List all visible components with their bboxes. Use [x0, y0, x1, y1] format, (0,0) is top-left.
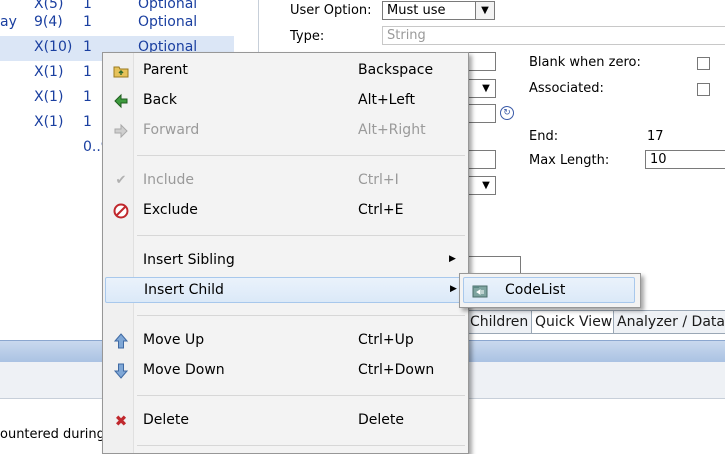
no-entry-icon	[113, 203, 129, 219]
associated-label: Associated:	[529, 81, 604, 96]
occurs-cell: 1	[83, 114, 92, 130]
max-length-field[interactable]: 10	[645, 150, 725, 169]
max-length-label: Max Length:	[529, 153, 610, 168]
format-cell: 9(4)	[34, 14, 63, 30]
menu-item-move-down[interactable]: Move Down Ctrl+Down	[105, 358, 465, 384]
menu-item-label: Back	[143, 92, 177, 108]
menu-item-include[interactable]: ✔ Include Ctrl+I	[105, 168, 465, 194]
menu-item-shortcut: Ctrl+Down	[358, 362, 435, 378]
menu-item-parent[interactable]: Parent Backspace	[105, 58, 465, 84]
chevron-down-icon: ▼	[477, 177, 495, 194]
menu-item-label: Move Down	[143, 362, 225, 378]
move-down-icon	[113, 363, 129, 379]
menu-item-label: CodeList	[505, 282, 566, 298]
chevron-down-icon: ▼	[475, 2, 494, 19]
tab-children[interactable]: Children	[466, 310, 532, 334]
menu-item-label: Delete	[143, 412, 189, 428]
option-cell: Optional	[138, 14, 198, 30]
menu-item-shortcut: Alt+Left	[358, 92, 416, 108]
occurs-cell: 1	[83, 64, 92, 80]
menu-item-shortcut: Alt+Right	[358, 122, 426, 138]
menu-item-label: Parent	[143, 62, 188, 78]
menu-item-label: Move Up	[143, 332, 205, 348]
menu-item-shortcut: Ctrl+I	[358, 172, 399, 188]
table-row[interactable]: ay 9(4) 1 Optional	[0, 11, 234, 36]
move-up-icon	[113, 333, 129, 349]
menu-separator	[137, 235, 465, 236]
menu-item-label: Insert Child	[144, 282, 224, 298]
menu-separator	[137, 445, 465, 446]
insert-child-submenu: CodeList	[459, 273, 641, 308]
menu-item-insert-child[interactable]: Insert Child ▶	[105, 277, 465, 303]
type-value: String	[387, 28, 426, 43]
submenu-item-codelist[interactable]: CodeList	[463, 277, 635, 303]
menu-item-label: Insert Sibling	[143, 252, 235, 268]
menu-item-insert-sibling[interactable]: Insert Sibling ▶	[105, 248, 465, 274]
user-option-value: Must use	[387, 3, 446, 18]
menu-item-label: Include	[143, 172, 194, 188]
menu-item-shortcut: Backspace	[358, 62, 434, 78]
menu-item-shortcut: Ctrl+Up	[358, 332, 414, 348]
type-field[interactable]: String	[382, 26, 725, 45]
tab-strip: Children Quick View Analyzer / Data	[466, 310, 725, 334]
submenu-arrow-icon: ▶	[450, 284, 457, 294]
occurs-cell: 1	[83, 14, 92, 30]
delete-x-icon: ✖	[114, 412, 128, 430]
menu-separator	[137, 155, 465, 156]
menu-item-label: Exclude	[143, 202, 198, 218]
submenu-arrow-icon: ▶	[449, 254, 456, 264]
back-arrow-icon	[113, 93, 129, 109]
chevron-down-icon: ▼	[477, 80, 495, 97]
menu-item-forward[interactable]: Forward Alt+Right	[105, 118, 465, 144]
refresh-icon[interactable]: ↻	[500, 106, 514, 120]
format-cell: X(1)	[34, 114, 64, 130]
menu-item-shortcut: Delete	[358, 412, 404, 428]
menu-item-shortcut: Ctrl+E	[358, 202, 404, 218]
type-label: Type:	[290, 29, 325, 44]
tab-analyzer-data[interactable]: Analyzer / Data	[613, 310, 725, 334]
menu-item-back[interactable]: Back Alt+Left	[105, 88, 465, 114]
name-cell: ay	[0, 14, 17, 30]
menu-item-move-up[interactable]: Move Up Ctrl+Up	[105, 328, 465, 354]
user-option-select[interactable]: Must use ▼	[382, 1, 495, 20]
occurs-cell: 1	[83, 39, 92, 55]
tab-quick-view[interactable]: Quick View	[531, 310, 614, 334]
format-cell: X(1)	[34, 64, 64, 80]
codelist-icon	[472, 283, 488, 299]
menu-item-delete[interactable]: ✖ Delete Delete	[105, 408, 465, 434]
menu-item-exclude[interactable]: Exclude Ctrl+E	[105, 198, 465, 224]
folder-up-icon	[113, 63, 129, 79]
blank-when-zero-checkbox[interactable]	[697, 57, 710, 70]
context-menu: Parent Backspace Back Alt+Left Forward A…	[102, 52, 469, 454]
end-value: 17	[647, 129, 664, 144]
menu-separator	[137, 315, 465, 316]
menu-item-label: Forward	[143, 122, 200, 138]
blank-when-zero-label: Blank when zero:	[529, 55, 641, 70]
format-cell: X(1)	[34, 89, 64, 105]
menu-separator	[137, 395, 465, 396]
occurs-cell: 1	[83, 89, 92, 105]
max-length-value: 10	[650, 152, 667, 167]
end-label: End:	[529, 129, 559, 144]
check-icon: ✔	[115, 173, 127, 188]
user-option-label: User Option:	[290, 3, 372, 18]
forward-arrow-icon	[113, 123, 129, 139]
associated-checkbox[interactable]	[697, 83, 710, 96]
format-cell: X(10)	[34, 39, 73, 55]
